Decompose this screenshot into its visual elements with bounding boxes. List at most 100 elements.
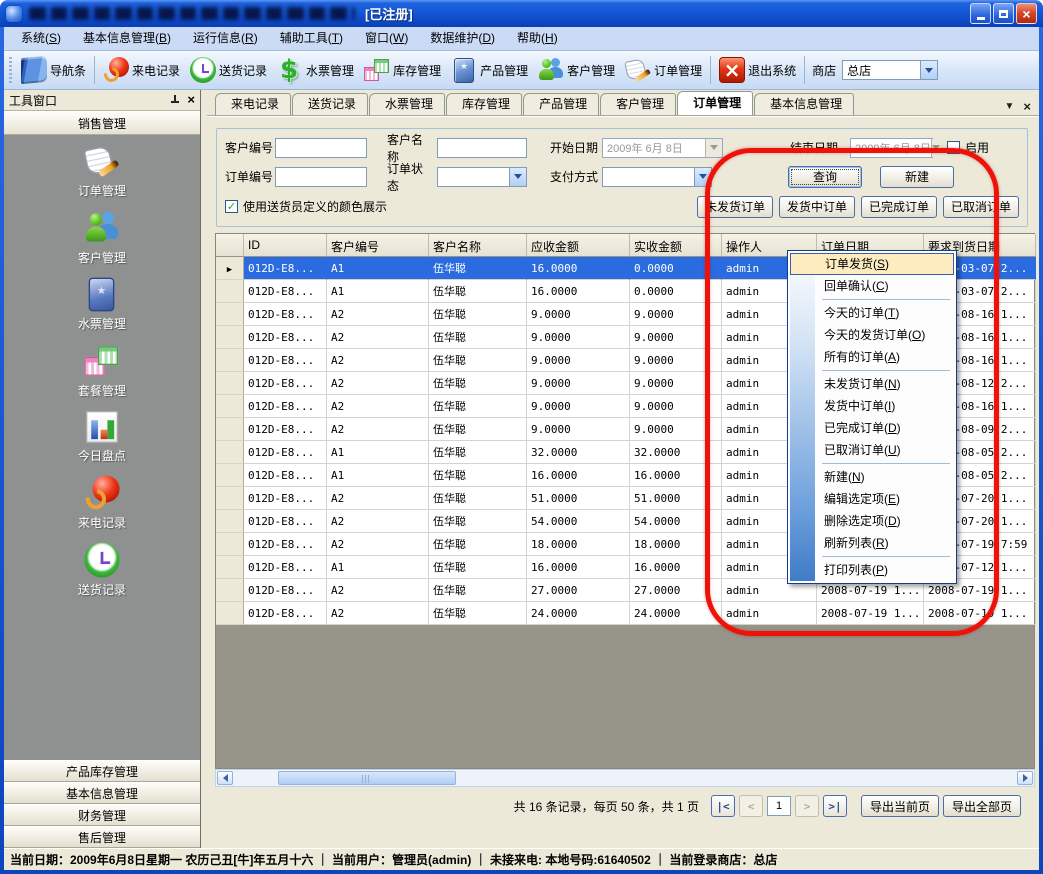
- new-button[interactable]: 新建: [880, 166, 954, 188]
- grid-column-header[interactable]: 客户编号: [327, 234, 429, 257]
- menu-item[interactable]: 数据维护(D): [419, 27, 506, 50]
- color-display-checkbox[interactable]: ✓: [225, 200, 238, 213]
- grid-column-header[interactable]: ID: [244, 234, 327, 257]
- document-tab[interactable]: 来电记录: [215, 93, 291, 115]
- start-date-picker[interactable]: 2009年 6月 8日: [602, 138, 723, 158]
- context-menu-item[interactable]: 未发货订单(N): [790, 373, 954, 395]
- pay-method-select[interactable]: [602, 167, 712, 187]
- sidebar-item[interactable]: 套餐管理: [78, 348, 126, 399]
- context-menu-item[interactable]: 所有的订单(A): [790, 346, 954, 368]
- start-date-arrow-icon[interactable]: [705, 139, 722, 157]
- sidebar-item[interactable]: 来电记录: [78, 480, 126, 531]
- context-menu-item[interactable]: 打印列表(P): [790, 559, 954, 581]
- context-menu-item[interactable]: 已完成订单(D): [790, 417, 954, 439]
- sidebar-item[interactable]: 今日盘点: [78, 415, 126, 464]
- document-tab[interactable]: 客户管理: [600, 93, 676, 115]
- order-no-input[interactable]: [275, 167, 367, 187]
- menu-item[interactable]: 辅助工具(T): [269, 27, 354, 50]
- menu-item[interactable]: 帮助(H): [506, 27, 569, 50]
- next-page-button[interactable]: >: [795, 795, 819, 817]
- toolbar-button[interactable]: 导航条: [16, 54, 91, 86]
- toolbar-button[interactable]: 库存管理: [359, 54, 446, 86]
- status-filter-button[interactable]: 已完成订单: [861, 196, 937, 218]
- shop-select-arrow-icon[interactable]: [920, 61, 937, 79]
- status-filter-button[interactable]: 未发货订单: [697, 196, 773, 218]
- sidebar-item[interactable]: 客户管理: [78, 215, 126, 266]
- order-status-arrow-icon[interactable]: [509, 168, 526, 186]
- customer-name-input[interactable]: [437, 138, 527, 158]
- shop-select[interactable]: 总店: [842, 60, 938, 80]
- menu-item[interactable]: 系统(S): [10, 27, 72, 50]
- record-count-summary: 共 16 条记录，每页 50 条，共 1 页: [514, 798, 699, 815]
- scrollbar-thumb[interactable]: [278, 771, 456, 785]
- context-menu-item[interactable]: 已取消订单(U): [790, 439, 954, 461]
- status-filter-button[interactable]: 发货中订单: [779, 196, 855, 218]
- document-tab[interactable]: 送货记录: [292, 93, 368, 115]
- export-current-page-button[interactable]: 导出当前页: [861, 795, 939, 817]
- page-number-input[interactable]: [767, 796, 791, 816]
- pay-method-arrow-icon[interactable]: [694, 168, 711, 186]
- sidebar-section-bar[interactable]: 售后管理: [4, 826, 200, 848]
- document-tab[interactable]: 水票管理: [369, 93, 445, 115]
- row-selector-cell: ▶: [216, 602, 244, 625]
- scroll-right-arrow-icon[interactable]: [1017, 771, 1033, 785]
- cell-customer-name: 伍华聪: [429, 326, 527, 349]
- last-page-button[interactable]: >|: [823, 795, 847, 817]
- grid-column-header[interactable]: 客户名称: [429, 234, 527, 257]
- maximize-button[interactable]: [993, 3, 1014, 24]
- sidebar-item[interactable]: 订单管理: [78, 148, 126, 199]
- toolbar-button[interactable]: 送货记录: [185, 54, 272, 86]
- sidebar-section-bar[interactable]: 基本信息管理: [4, 782, 200, 804]
- context-menu-item[interactable]: 删除选定项(D): [790, 510, 954, 532]
- menu-item[interactable]: 基本信息管理(B): [72, 27, 182, 50]
- context-menu-item[interactable]: 订单发货(S): [790, 253, 954, 275]
- grid-column-header[interactable]: 应收金额: [527, 234, 630, 257]
- prev-page-button[interactable]: <: [739, 795, 763, 817]
- order-status-select[interactable]: [437, 167, 527, 187]
- toolbar-button[interactable]: 退出系统: [714, 54, 801, 86]
- end-date-picker[interactable]: 2009年 6月 8日: [850, 138, 933, 158]
- document-tab[interactable]: 库存管理: [446, 93, 522, 115]
- menu-item[interactable]: 运行信息(R): [182, 27, 269, 50]
- minimize-button[interactable]: [970, 3, 991, 24]
- toolbar-button[interactable]: 水票管理: [272, 54, 359, 86]
- tool-window-close-button[interactable]: ×: [187, 94, 195, 106]
- status-filter-button[interactable]: 已取消订单: [943, 196, 1019, 218]
- context-menu-item[interactable]: 新建(N): [790, 466, 954, 488]
- pin-icon[interactable]: [170, 95, 180, 105]
- export-all-pages-button[interactable]: 导出全部页: [943, 795, 1021, 817]
- close-button[interactable]: ×: [1016, 3, 1037, 24]
- document-tab[interactable]: 基本信息管理: [754, 93, 854, 115]
- query-button[interactable]: 查询: [788, 166, 862, 188]
- toolbar-grip[interactable]: [9, 57, 12, 83]
- sidebar-section-sales[interactable]: 销售管理: [4, 111, 200, 135]
- context-menu-item[interactable]: 刷新列表(R): [790, 532, 954, 554]
- first-page-button[interactable]: |<: [711, 795, 735, 817]
- toolbar-button[interactable]: 产品管理: [446, 54, 533, 86]
- enable-checkbox[interactable]: [947, 141, 960, 154]
- customer-no-input[interactable]: [275, 138, 367, 158]
- end-date-arrow-icon[interactable]: [931, 139, 940, 157]
- horizontal-scrollbar[interactable]: [215, 769, 1035, 787]
- context-menu-item[interactable]: 发货中订单(I): [790, 395, 954, 417]
- context-menu-item[interactable]: 编辑选定项(E): [790, 488, 954, 510]
- tab-close-icon[interactable]: ×: [1023, 99, 1031, 114]
- toolbar-button[interactable]: 客户管理: [533, 54, 620, 86]
- toolbar-button-label: 导航条: [50, 62, 86, 79]
- tab-overflow-icon[interactable]: ▼: [1005, 101, 1015, 112]
- sidebar-item[interactable]: 送货记录: [78, 547, 126, 598]
- menu-item[interactable]: 窗口(W): [354, 27, 419, 50]
- context-menu-item[interactable]: 今天的发货订单(O): [790, 324, 954, 346]
- toolbar-button[interactable]: 订单管理: [620, 54, 707, 86]
- toolbar-button[interactable]: 来电记录: [98, 54, 185, 86]
- context-menu-item[interactable]: 今天的订单(T): [790, 302, 954, 324]
- context-menu-item[interactable]: 回单确认(C): [790, 275, 954, 297]
- document-tab[interactable]: 产品管理: [523, 93, 599, 115]
- sidebar-section-bar[interactable]: 产品库存管理: [4, 760, 200, 782]
- grid-column-header[interactable]: 实收金额: [630, 234, 722, 257]
- sidebar-item[interactable]: 水票管理: [78, 282, 126, 332]
- document-tab[interactable]: 订单管理: [677, 91, 753, 115]
- scroll-left-arrow-icon[interactable]: [217, 771, 233, 785]
- order-row[interactable]: ▶ 012D-E8... A2 伍华聪 24.0000 24.0000 admi…: [216, 602, 1034, 625]
- sidebar-section-bar[interactable]: 财务管理: [4, 804, 200, 826]
